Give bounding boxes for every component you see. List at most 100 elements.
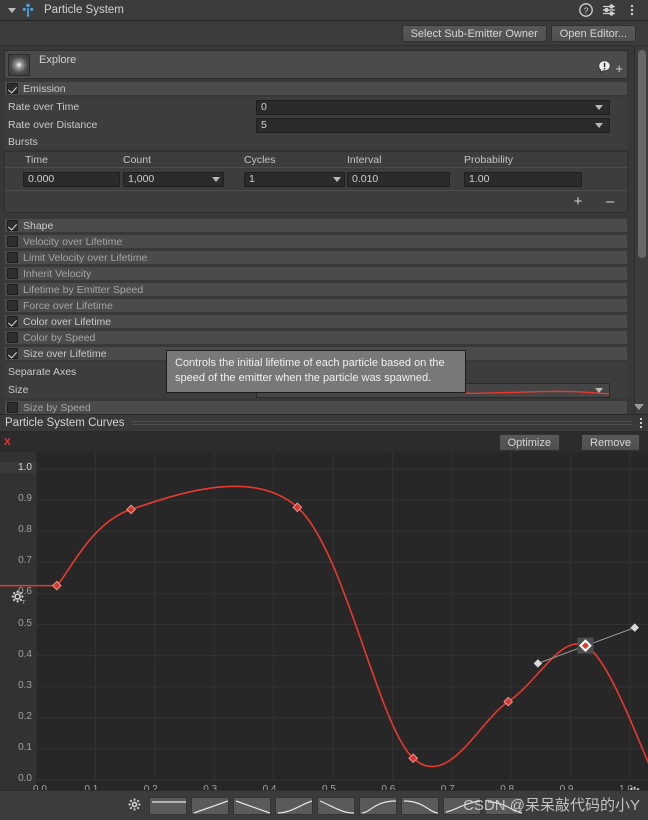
ease-out-curve-preset[interactable] [317, 796, 355, 815]
divider [130, 421, 632, 425]
y-tick-label: 0.5 [18, 617, 32, 629]
size-over-lifetime-checkbox[interactable] [7, 348, 18, 359]
gear-icon[interactable] [128, 798, 141, 814]
force-over-lifetime-checkbox[interactable] [7, 300, 18, 311]
chevron-down-icon[interactable] [333, 177, 341, 182]
y-tick-label: 0.1 [18, 741, 32, 753]
shape-checkbox[interactable] [7, 220, 18, 231]
module-row-emission[interactable]: Emission [4, 81, 628, 96]
color-over-lifetime-checkbox[interactable] [7, 316, 18, 327]
curve-editor-graph[interactable]: 0.00.10.20.30.40.50.60.70.80.91.0 0.00.1… [0, 452, 648, 802]
help-icon[interactable]: ? [579, 3, 593, 17]
y-tick-label: 0.4 [18, 648, 32, 660]
module-row-color-over-lifetime[interactable]: Color over Lifetime [4, 314, 628, 329]
bursts-table-header: Time Count Cycles Interval Probability [5, 152, 627, 168]
module-label-shape: Shape [23, 219, 54, 232]
column-header-probability: Probability [464, 153, 514, 166]
scroll-down-icon[interactable] [634, 404, 644, 410]
burst-interval-input[interactable]: 0.010 [347, 171, 450, 187]
add-burst-button[interactable]: + [567, 194, 589, 209]
module-label-size-over-lifetime: Size over Lifetime [23, 347, 107, 360]
open-editor-button[interactable]: Open Editor... [550, 24, 636, 42]
warning-bubble-icon[interactable] [598, 60, 611, 77]
y-tick-label: 0.0 [18, 773, 32, 784]
preset-sliders-icon[interactable] [602, 3, 616, 17]
kebab-menu-icon[interactable] [640, 418, 642, 428]
ease-in-out-up-curve-preset[interactable] [359, 796, 397, 815]
curve-preset-bar: CSDN @呆呆敲代码的小Y [0, 790, 648, 820]
bursts-label: Bursts [8, 136, 38, 148]
particle-system-curves-header: Particle System Curves [0, 414, 648, 432]
module-row-force-over-lifetime[interactable]: Force over Lifetime [4, 298, 628, 313]
lifetime-by-emitter-speed-checkbox[interactable] [7, 284, 18, 295]
burst-probability-input[interactable]: 1.00 [464, 171, 582, 187]
module-label-emission: Emission [23, 82, 66, 95]
curve-plot[interactable] [0, 452, 648, 802]
chevron-down-icon[interactable] [595, 388, 603, 393]
table-row: 0.000 1,000 1 0.010 1.00 [5, 168, 627, 190]
chevron-down-icon[interactable] [212, 177, 220, 182]
page-title: Particle System [44, 4, 124, 16]
size-by-speed-checkbox[interactable] [7, 402, 18, 413]
remove-button[interactable]: Remove [581, 434, 640, 451]
rate-over-time-row: Rate over Time 0 [4, 99, 628, 115]
constant-curve-preset[interactable] [149, 796, 187, 815]
kebab-menu-icon[interactable] [625, 3, 639, 17]
tooltip-content: Controls the initial lifetime of each pa… [166, 350, 466, 393]
emitter-toolbar: Select Sub-Emitter Owner Open Editor... [0, 21, 648, 46]
y-tick-label: 0.3 [18, 679, 32, 691]
module-row-size-by-speed[interactable]: Size by Speed [4, 400, 628, 414]
burst-cycles-input[interactable]: 1 [244, 171, 345, 187]
emission-module-body: Rate over Time 0 Rate over Distance 5 Bu… [4, 97, 628, 149]
module-row-lifetime-by-emitter-speed[interactable]: Lifetime by Emitter Speed [4, 282, 628, 297]
chevron-down-icon[interactable] [595, 105, 603, 110]
module-label-limit-velocity-over-lifetime: Limit Velocity over Lifetime [23, 251, 148, 264]
y-tick-label: 0.8 [18, 524, 32, 536]
module-label-color-by-speed: Color by Speed [23, 331, 96, 344]
module-list-scrollbar[interactable] [634, 46, 648, 414]
linear-down-curve-preset[interactable] [233, 796, 271, 815]
select-sub-emitter-owner-button[interactable]: Select Sub-Emitter Owner [401, 24, 547, 42]
module-row-velocity-over-lifetime[interactable]: Velocity over Lifetime [4, 234, 628, 249]
inherit-velocity-checkbox[interactable] [7, 268, 18, 279]
y-tick-label: 0.2 [18, 710, 32, 722]
emitter-header-row[interactable]: Explore + [4, 50, 628, 79]
emission-checkbox[interactable] [7, 83, 18, 94]
module-row-inherit-velocity[interactable]: Inherit Velocity [4, 266, 628, 281]
emitter-name-label: Explore [39, 54, 77, 66]
module-row-shape[interactable]: Shape [4, 218, 628, 233]
curve-toolbar: X Optimize Remove [0, 432, 648, 452]
rate-over-time-input[interactable]: 0 [256, 99, 610, 115]
module-row-color-by-speed[interactable]: Color by Speed [4, 330, 628, 345]
rate-over-distance-input[interactable]: 5 [256, 117, 610, 133]
linear-up-curve-preset[interactable] [191, 796, 229, 815]
scrollbar-thumb[interactable] [638, 50, 646, 258]
ease-in-curve-preset[interactable] [275, 796, 313, 815]
module-label-force-over-lifetime: Force over Lifetime [23, 299, 113, 312]
add-emitter-button[interactable]: + [615, 62, 623, 75]
color-by-speed-checkbox[interactable] [7, 332, 18, 343]
particle-system-icon [21, 3, 35, 17]
y-tick-label: 0.7 [18, 555, 32, 567]
burst-count-input[interactable]: 1,000 [123, 171, 224, 187]
burst-time-input[interactable]: 0.000 [23, 171, 120, 187]
module-list-body: Explore + Emission Rate over Time 0 Rate… [0, 46, 648, 414]
remove-burst-button[interactable]: – [599, 194, 621, 209]
rate-over-time-label: Rate over Time [8, 101, 80, 113]
column-header-interval: Interval [347, 153, 382, 166]
rate-over-distance-row: Rate over Distance 5 [4, 117, 628, 133]
chevron-down-icon[interactable] [595, 123, 603, 128]
module-label-color-over-lifetime: Color over Lifetime [23, 315, 112, 328]
svg-text:T: T [22, 600, 26, 605]
column-header-cycles: Cycles [244, 153, 276, 166]
limit-velocity-over-lifetime-checkbox[interactable] [7, 252, 18, 263]
column-header-count: Count [123, 153, 152, 166]
module-label-size-by-speed: Size by Speed [23, 401, 91, 414]
optimize-button[interactable]: Optimize [498, 434, 560, 451]
curves-panel-title: Particle System Curves [5, 417, 125, 429]
column-header-time: Time [25, 153, 48, 166]
velocity-over-lifetime-checkbox[interactable] [7, 236, 18, 247]
module-row-limit-velocity-over-lifetime[interactable]: Limit Velocity over Lifetime [4, 250, 628, 265]
ease-in-out-down-curve-preset[interactable] [401, 796, 439, 815]
triangle-down-icon[interactable] [6, 4, 18, 16]
